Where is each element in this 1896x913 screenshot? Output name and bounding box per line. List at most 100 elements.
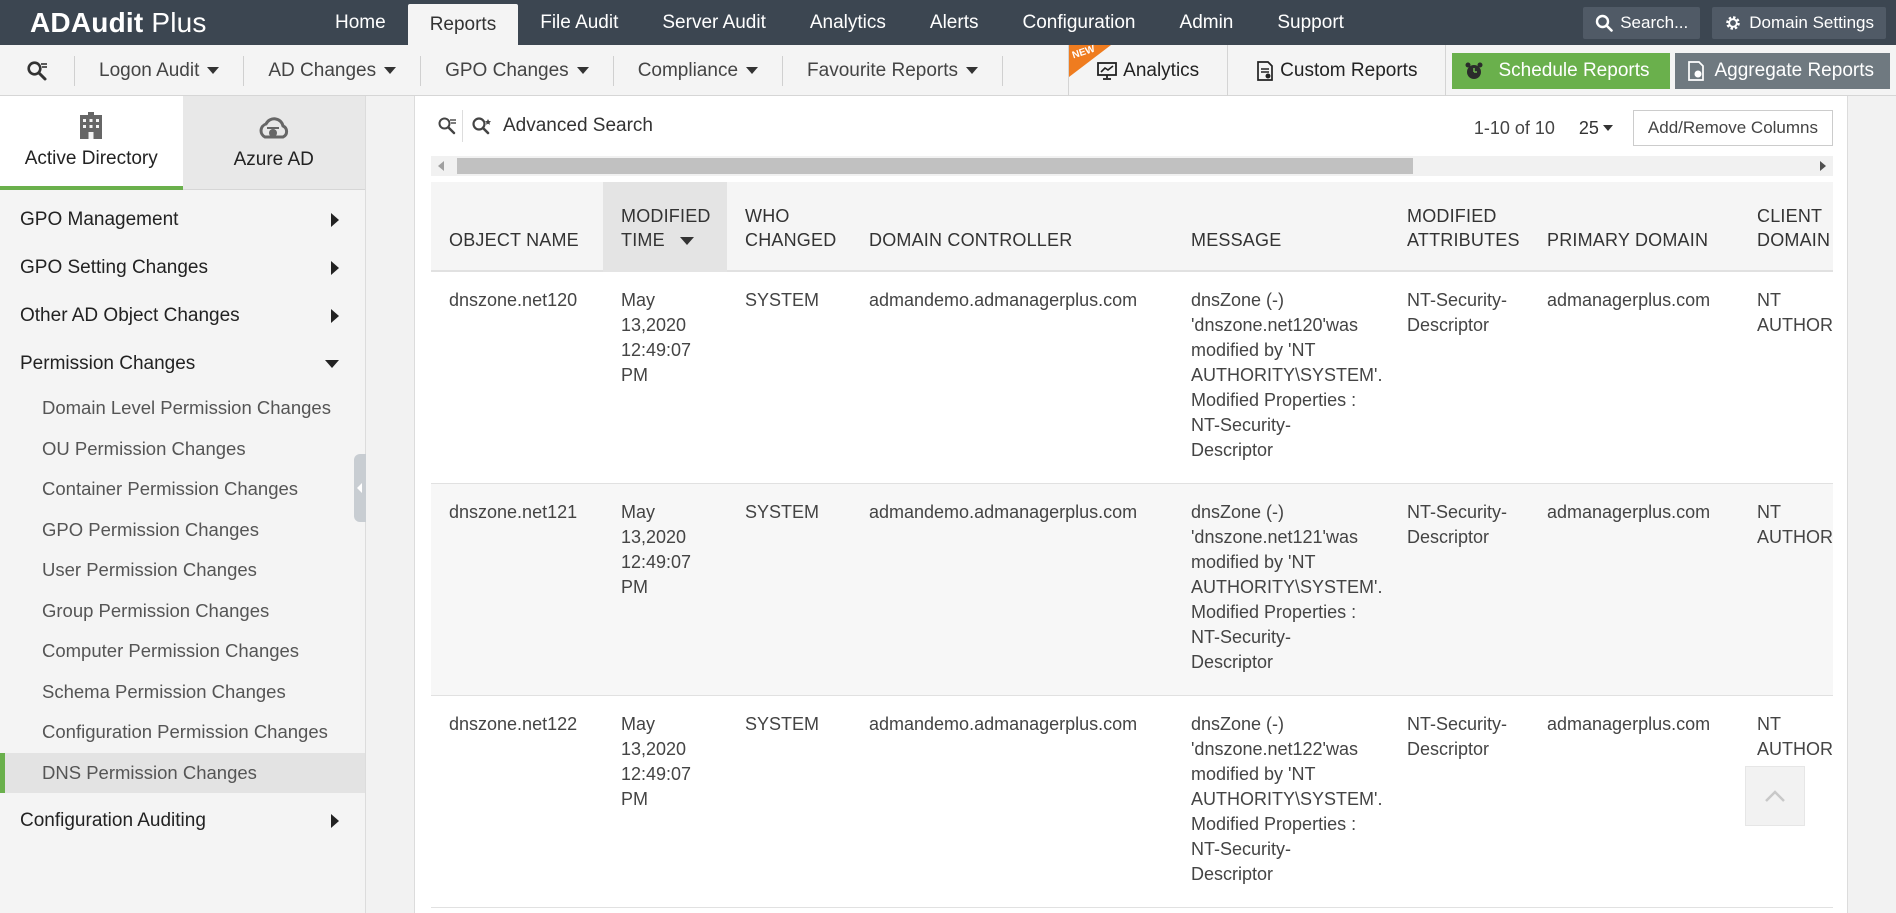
sidebar-item-dns-permission-changes[interactable]: DNS Permission Changes — [0, 752, 365, 793]
compliance-dropdown[interactable]: Compliance — [612, 55, 782, 86]
column-domain-controller[interactable]: DOMAIN CONTROLLER — [851, 182, 1173, 272]
menu-gpo-setting-changes[interactable]: GPO Setting Changes — [0, 244, 365, 292]
chevron-right-icon — [331, 814, 339, 828]
nav-alerts[interactable]: Alerts — [908, 0, 1001, 45]
aggregate-reports-button[interactable]: Aggregate Reports — [1674, 52, 1890, 89]
cell-primary-domain: admanagerplus.com — [1547, 290, 1711, 310]
menu-other-ad-object-changes[interactable]: Other AD Object Changes — [0, 292, 365, 340]
cell-who-changed: SYSTEM — [745, 290, 820, 310]
sidebar-item-schema-permission-changes[interactable]: Schema Permission Changes — [0, 672, 365, 713]
domain-settings-button[interactable]: Domain Settings — [1712, 7, 1886, 39]
report-search-button[interactable] — [0, 45, 74, 96]
search-filter-icon — [438, 117, 456, 135]
custom-report-icon — [1257, 60, 1274, 81]
page-size-select[interactable]: 25 — [1579, 118, 1613, 139]
custom-reports-tab[interactable]: Custom Reports — [1227, 45, 1447, 96]
scroll-right-arrow-icon[interactable] — [1820, 161, 1826, 171]
cell-message: dnsZone (-) 'dnszone.net120'was modified… — [1191, 290, 1383, 460]
column-message[interactable]: MESSAGE — [1173, 182, 1389, 272]
sidebar-collapse-handle[interactable] — [354, 454, 366, 522]
sidebar-item-user-permission-changes[interactable]: User Permission Changes — [0, 550, 365, 591]
nav-reports[interactable]: Reports — [407, 4, 519, 45]
cell-object-name: dnszone.net122 — [449, 714, 578, 734]
table-row[interactable]: dnszone.net121 May 13,2020 12:49:07 PM SYS… — [431, 484, 1833, 696]
menu-gpo-management[interactable]: GPO Management — [0, 196, 365, 244]
domain-settings-label: Domain Settings — [1749, 13, 1874, 32]
column-modified-time[interactable]: MODIFIED TIME — [603, 182, 727, 272]
cell-object-name: dnszone.net120 — [449, 290, 578, 310]
nav-home[interactable]: Home — [313, 0, 408, 45]
gpo-changes-dropdown[interactable]: GPO Changes — [420, 55, 613, 86]
global-search-button[interactable]: Search... — [1583, 7, 1701, 39]
sidebar-item-ou-permission-changes[interactable]: OU Permission Changes — [0, 429, 365, 470]
search-icon — [1596, 14, 1614, 32]
cell-modified-attributes: NT-Security- Descriptor — [1407, 290, 1508, 335]
cloud-icon — [259, 116, 288, 138]
cell-object-name: dnszone.net121 — [449, 502, 578, 522]
menu-configuration-auditing[interactable]: Configuration Auditing — [0, 797, 365, 845]
horizontal-scrollbar[interactable] — [431, 156, 1833, 176]
nav-server-audit[interactable]: Server Audit — [640, 0, 788, 45]
sidebar-item-container-permission-changes[interactable]: Container Permission Changes — [0, 469, 365, 510]
sidebar-item-group-permission-changes[interactable]: Group Permission Changes — [0, 591, 365, 632]
toolbar-divider — [1002, 55, 1004, 86]
cell-who-changed: SYSTEM — [745, 714, 820, 734]
aggregate-report-icon — [1687, 60, 1704, 81]
column-modified-attributes[interactable]: MODIFIED ATTRIBUTES — [1389, 182, 1529, 272]
tab-active-directory[interactable]: Active Directory — [0, 96, 183, 190]
sidebar-item-domain-level-permission-changes[interactable]: Domain Level Permission Changes — [0, 388, 365, 429]
chevron-down-icon — [325, 360, 339, 368]
chevron-right-icon — [331, 213, 339, 227]
pagination-info: 1-10 of 10 — [1473, 117, 1555, 138]
scroll-left-arrow-icon[interactable] — [438, 161, 444, 171]
nav-file-audit[interactable]: File Audit — [518, 0, 640, 45]
sidebar-item-computer-permission-changes[interactable]: Computer Permission Changes — [0, 631, 365, 672]
table-header: OBJECT NAME MODIFIED TIME WHO CHANGED DOM… — [431, 182, 1833, 272]
analytics-tab[interactable]: NEW Analytics — [1068, 44, 1227, 96]
scroll-to-top-button[interactable] — [1745, 766, 1805, 826]
chevron-up-icon — [1765, 790, 1785, 802]
report-table: OBJECT NAME MODIFIED TIME WHO CHANGED DOM… — [431, 182, 1833, 908]
column-who-changed[interactable]: WHO CHANGED — [727, 182, 851, 272]
sidebar-item-configuration-permission-changes[interactable]: Configuration Permission Changes — [0, 712, 365, 753]
gear-icon — [1726, 16, 1741, 30]
logon-audit-dropdown[interactable]: Logon Audit — [74, 55, 243, 86]
favourite-reports-dropdown[interactable]: Favourite Reports — [782, 55, 1002, 86]
cell-modified-time: May 13,2020 12:49:07 PM — [621, 714, 692, 809]
cell-modified-time: May 13,2020 12:49:07 PM — [621, 502, 692, 597]
column-client-domain[interactable]: CLIENT DOMAIN — [1739, 182, 1833, 272]
table-row[interactable]: dnszone.net122 May 13,2020 12:49:07 PM SYS… — [431, 696, 1833, 908]
main-nav: Home Reports File Audit Server Audit Ana… — [313, 0, 1366, 45]
sort-desc-icon — [680, 237, 694, 246]
filter-button[interactable] — [431, 110, 463, 142]
table-row[interactable]: dnszone.net120 May 13,2020 12:49:07 PM SYS… — [431, 272, 1833, 484]
cell-modified-attributes: NT-Security- Descriptor — [1407, 502, 1508, 547]
alarm-clock-icon — [1465, 62, 1483, 79]
column-primary-domain[interactable]: PRIMARY DOMAIN — [1529, 182, 1739, 272]
building-icon — [80, 112, 103, 139]
add-remove-columns-button[interactable]: Add/Remove Columns — [1632, 110, 1833, 146]
scrollbar-thumb[interactable] — [457, 158, 1413, 174]
report-toolbar: Logon Audit AD Changes GPO Changes Compl… — [0, 44, 1896, 96]
schedule-reports-button[interactable]: Schedule Reports — [1452, 52, 1670, 89]
cell-modified-time: May 13,2020 12:49:07 PM — [621, 290, 692, 385]
cell-client-domain: NT AUTHORI — [1757, 502, 1833, 547]
nav-support[interactable]: Support — [1255, 0, 1366, 45]
tab-azure-ad[interactable]: Azure AD — [182, 96, 365, 190]
cell-who-changed: SYSTEM — [745, 502, 820, 522]
chevron-down-icon — [384, 67, 397, 74]
ad-changes-dropdown[interactable]: AD Changes — [243, 55, 420, 86]
menu-permission-changes[interactable]: Permission Changes — [0, 340, 365, 388]
sidebar-item-gpo-permission-changes[interactable]: GPO Permission Changes — [0, 510, 365, 551]
column-object-name[interactable]: OBJECT NAME — [431, 182, 603, 272]
chevron-down-icon — [746, 67, 759, 74]
nav-analytics[interactable]: Analytics — [788, 0, 908, 45]
nav-configuration[interactable]: Configuration — [1000, 0, 1157, 45]
search-label: Search... — [1620, 13, 1689, 32]
cell-domain-controller: admandemo.admanagerplus.com — [869, 290, 1138, 310]
cell-primary-domain: admanagerplus.com — [1547, 502, 1711, 522]
chevron-down-icon — [207, 67, 220, 74]
app-logo[interactable]: ADAudit Plus — [30, 7, 207, 39]
nav-admin[interactable]: Admin — [1158, 0, 1256, 45]
advanced-search-button[interactable]: Advanced Search — [471, 115, 653, 137]
